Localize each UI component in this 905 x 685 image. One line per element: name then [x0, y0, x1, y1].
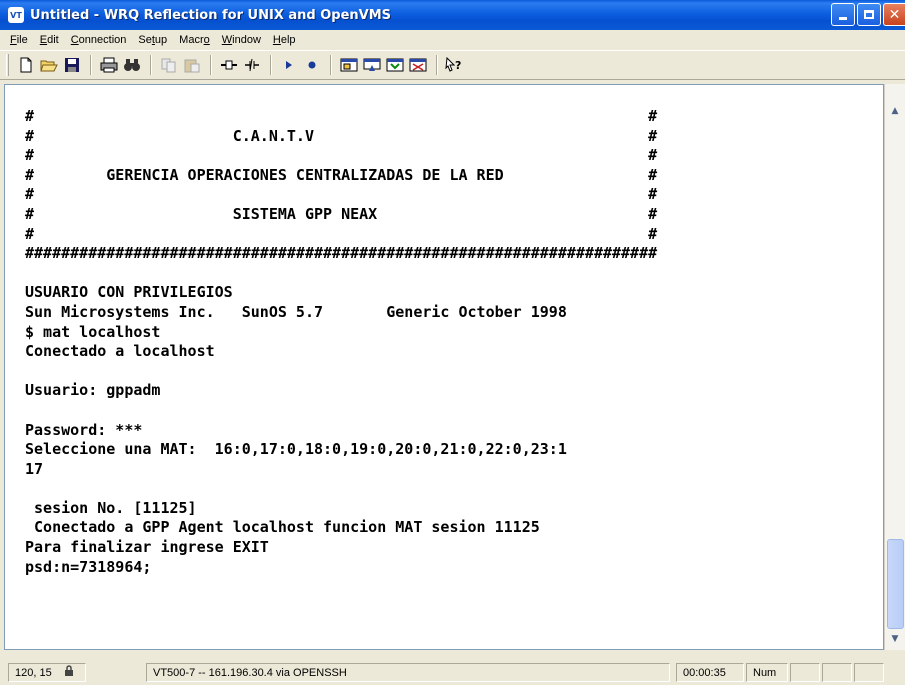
close-icon: ✕: [888, 6, 901, 23]
new-document-icon[interactable]: [15, 54, 37, 76]
vertical-scrollbar[interactable]: ▲ ▼: [884, 84, 905, 650]
terminal-line: # #: [25, 224, 658, 243]
terminal-line: $ mat localhost: [25, 322, 161, 341]
status-connection: VT500-7 -- 161.196.30.4 via OPENSSH: [146, 663, 670, 682]
connection-text: VT500-7 -- 161.196.30.4 via OPENSSH: [153, 666, 347, 679]
minimize-button[interactable]: [831, 3, 855, 26]
paste-icon[interactable]: [181, 54, 203, 76]
maximize-icon: [864, 10, 874, 19]
menu-connection[interactable]: Connection: [65, 34, 133, 46]
scroll-down-icon[interactable]: ▼: [886, 630, 904, 648]
toolbar: ?: [0, 50, 905, 80]
terminal-line: # #: [25, 146, 658, 165]
app-icon[interactable]: VT: [8, 7, 24, 23]
terminal-line: # GERENCIA OPERACIONES CENTRALIZADAS DE …: [25, 165, 658, 184]
disconnect-icon[interactable]: [241, 54, 263, 76]
menu-setup[interactable]: Setup: [132, 34, 173, 46]
open-folder-icon[interactable]: [38, 54, 60, 76]
status-empty-pane: [790, 663, 820, 682]
menu-window[interactable]: Window: [216, 34, 267, 46]
terminal-line: Conectado a localhost: [25, 342, 215, 361]
toolbar-separator: [330, 55, 332, 75]
close-button[interactable]: ✕: [883, 3, 905, 26]
svg-text:?: ?: [455, 59, 461, 72]
menu-help[interactable]: Help: [267, 34, 302, 46]
terminal-line: # #: [25, 107, 658, 125]
window-controls: ✕: [831, 3, 905, 26]
menu-bar: File Edit Connection Setup Macro Window …: [0, 30, 905, 50]
status-num-lock: Num: [746, 663, 788, 682]
toolbar-separator: [210, 55, 212, 75]
status-cursor-position: 120, 15: [8, 663, 86, 682]
terminal-screen[interactable]: # # # C.A.N.T.V # # # # GERENCIA OPERACI…: [5, 85, 883, 649]
status-empty-pane: [854, 663, 884, 682]
terminal-line: Para finalizar ingrese EXIT: [25, 538, 269, 557]
terminal-line: USUARIO CON PRIVILEGIOS: [25, 283, 233, 302]
toolbar-separator: [90, 55, 92, 75]
find-binoculars-icon[interactable]: [121, 54, 143, 76]
terminal-type-icon[interactable]: [407, 54, 429, 76]
terminal-line: # C.A.N.T.V #: [25, 126, 658, 145]
terminal-line: 17: [25, 459, 44, 478]
menu-file[interactable]: File: [4, 34, 34, 46]
print-icon[interactable]: [98, 54, 120, 76]
keyboard-map-icon[interactable]: [361, 54, 383, 76]
num-lock-text: Num: [753, 666, 777, 679]
padlock-icon: [64, 665, 74, 680]
menu-macro[interactable]: Macro: [173, 34, 216, 46]
context-help-icon[interactable]: ?: [444, 54, 466, 76]
terminal-line: Usuario: gppadm: [25, 381, 161, 400]
toolbar-grip[interactable]: [6, 54, 9, 76]
title-bar[interactable]: VT Untitled - WRQ Reflection for UNIX an…: [0, 0, 905, 30]
play-macro-icon[interactable]: [278, 54, 300, 76]
terminal-line: sesion No. [11125]: [25, 498, 197, 517]
status-bar: 120, 15 VT500-7 -- 161.196.30.4 via OPEN…: [0, 660, 905, 685]
elapsed-time-text: 00:00:35: [683, 666, 726, 679]
status-elapsed-time: 00:00:35: [676, 663, 744, 682]
terminal-line: Sun Microsystems Inc. SunOS 5.7 Generic …: [25, 302, 567, 321]
connect-plug-icon[interactable]: [218, 54, 240, 76]
terminal-line: Conectado a GPP Agent localhost funcion …: [25, 518, 540, 537]
record-macro-icon[interactable]: [301, 54, 323, 76]
terminal-line: Password: ***: [25, 420, 143, 439]
minimize-icon: [839, 17, 847, 20]
scroll-up-icon[interactable]: ▲: [886, 102, 904, 120]
terminal-line: ########################################…: [25, 244, 658, 263]
terminal-line: Seleccione una MAT: 16:0,17:0,18:0,19:0,…: [25, 440, 567, 459]
toolbar-separator: [270, 55, 272, 75]
toolbar-separator: [150, 55, 152, 75]
terminal-line: # #: [25, 185, 658, 204]
toolbar-separator: [436, 55, 438, 75]
maximize-button[interactable]: [857, 3, 881, 26]
copy-icon[interactable]: [158, 54, 180, 76]
menu-edit[interactable]: Edit: [34, 34, 65, 46]
save-disk-icon[interactable]: [61, 54, 83, 76]
display-settings-icon[interactable]: [384, 54, 406, 76]
terminal-line: psd:n=7318964;: [25, 557, 152, 576]
terminal-line: # SISTEMA GPP NEAX #: [25, 204, 658, 223]
scroll-thumb[interactable]: [887, 539, 904, 629]
window-title: Untitled - WRQ Reflection for UNIX and O…: [30, 7, 392, 23]
cursor-position-text: 120, 15: [15, 666, 52, 679]
terminal-frame: # # # C.A.N.T.V # # # # GERENCIA OPERACI…: [4, 84, 884, 650]
setup-dialog-icon[interactable]: [338, 54, 360, 76]
status-empty-pane: [822, 663, 852, 682]
